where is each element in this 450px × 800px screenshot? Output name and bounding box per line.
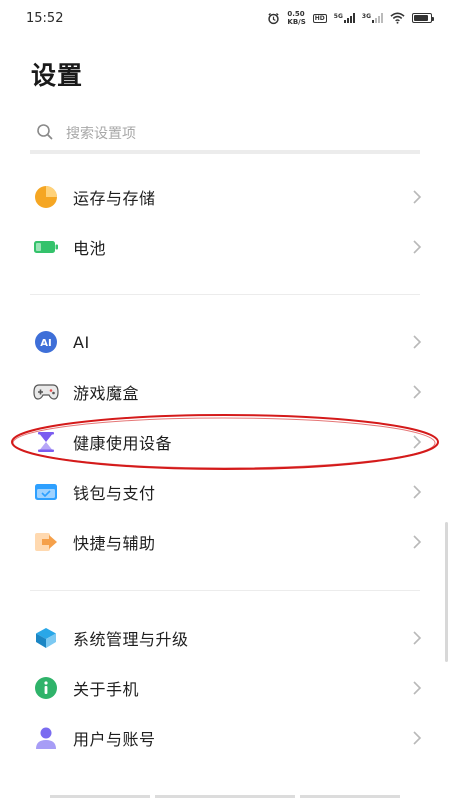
search-icon [36,123,54,145]
battery-icon [33,234,59,260]
settings-item-label: 钱包与支付 [73,484,156,503]
chevron-right-icon [412,484,422,504]
sim1-network-label: 5G [333,13,343,20]
settings-item-wallet[interactable]: 钱包与支付 [0,468,450,516]
settings-item-label: 运存与存储 [73,189,156,208]
section-divider [30,294,420,295]
settings-item-system[interactable]: 系统管理与升级 [0,614,450,662]
battery-status-icon [412,13,434,23]
settings-item-label: 用户与账号 [73,730,156,749]
settings-item-label: 系统管理与升级 [73,630,189,649]
signal-sim1-icon: 5G [334,13,355,23]
settings-item-account[interactable]: 用户与账号 [0,714,450,762]
ai-icon: AI [33,329,59,355]
alarm-icon [267,12,280,25]
bottom-nav-hint-center [155,795,295,798]
status-icons: 0.50 KB/S HD 5G 3G [267,10,434,26]
settings-item-label: 健康使用设备 [73,434,173,453]
settings-item-game[interactable]: 游戏魔盒 [0,368,450,416]
page-title: 设置 [31,61,84,90]
settings-item-shortcut[interactable]: 快捷与辅助 [0,518,450,566]
chevron-right-icon [412,630,422,650]
search-input[interactable] [66,126,366,142]
user-icon [33,725,59,751]
settings-item-battery[interactable]: 电池 [0,223,450,271]
sim2-network-label: 3G [361,13,371,20]
chevron-right-icon [412,680,422,700]
settings-item-label: 关于手机 [73,680,140,699]
chevron-right-icon [412,239,422,259]
info-icon [33,675,59,701]
wallet-icon [33,479,59,505]
signal-sim2-icon: 3G [362,13,383,23]
ai-icon-badge-text: AI [40,338,51,349]
search-bar[interactable] [30,118,420,154]
pie-chart-icon [33,184,59,210]
hourglass-icon [33,429,59,455]
settings-item-label: 电池 [73,239,107,258]
status-time: 15:52 [26,10,64,26]
chevron-right-icon [412,434,422,454]
layers-icon [33,625,59,651]
scrollbar-thumb[interactable] [445,522,448,662]
settings-item-ai[interactable]: AI AI [0,318,450,366]
wifi-icon [390,12,405,24]
chevron-right-icon [412,730,422,750]
shortcut-arrow-icon [33,529,59,555]
settings-item-label: 游戏魔盒 [73,384,140,403]
status-bar: 15:52 0.50 KB/S HD 5G 3G [0,0,450,36]
bottom-nav-hint-left [50,795,150,798]
bottom-nav-hint-right [300,795,400,798]
chevron-right-icon [412,384,422,404]
chevron-right-icon [412,189,422,209]
net-speed: 0.50 KB/S [287,10,305,26]
settings-item-storage[interactable]: 运存与存储 [0,173,450,221]
chevron-right-icon [412,334,422,354]
settings-item-label: 快捷与辅助 [73,534,156,553]
hd-badge: HD [312,13,327,23]
chevron-right-icon [412,534,422,554]
settings-item-about[interactable]: 关于手机 [0,664,450,712]
gamepad-icon [33,379,59,405]
section-divider [30,590,420,591]
settings-item-health[interactable]: 健康使用设备 [0,418,450,466]
net-speed-unit: KB/S [287,18,306,26]
settings-item-label: AI [73,332,90,352]
net-speed-value: 0.50 [287,10,305,18]
